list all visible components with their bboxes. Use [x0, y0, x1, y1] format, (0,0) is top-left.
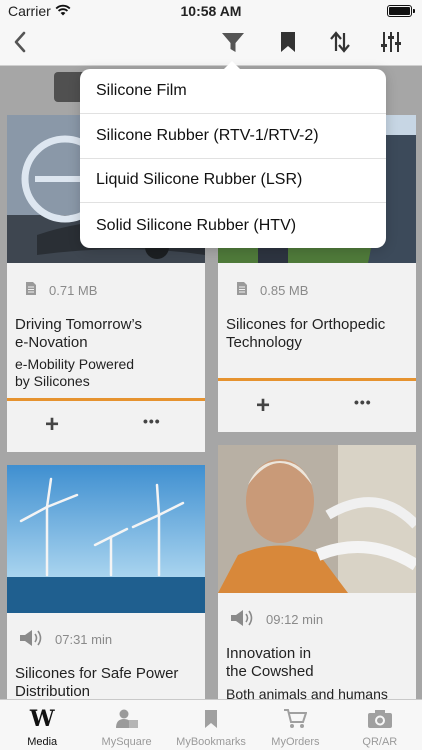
- card-meta: 09:12 min: [230, 609, 323, 630]
- filter-option-silicone-film[interactable]: Silicone Film: [80, 69, 386, 114]
- card-title-line: Innovation in: [226, 645, 312, 662]
- card-title-line: Technology: [226, 334, 302, 351]
- add-button[interactable]: +: [45, 411, 59, 439]
- settings-button[interactable]: [375, 28, 407, 60]
- document-icon: [25, 281, 37, 299]
- filter-option-silicone-rubber-rtv[interactable]: Silicone Rubber (RTV-1/RTV-2): [80, 114, 386, 159]
- card-subtitle-line: Both animals and humans: [226, 686, 388, 699]
- camera-icon: [367, 708, 393, 730]
- card-title-line: Silicones for Safe Power: [15, 665, 179, 682]
- cart-icon: [283, 708, 308, 730]
- filter-button[interactable]: [217, 28, 249, 60]
- card-title: Driving Tomorrow’s e-Novation: [15, 316, 201, 352]
- more-button[interactable]: •••: [354, 394, 372, 410]
- tab-label: MySquare: [101, 736, 152, 748]
- card-subtitle-line: e-Mobility Powered: [15, 356, 135, 372]
- card-meta: 07:31 min: [19, 629, 112, 650]
- sort-arrows-icon: [329, 30, 351, 58]
- clock: 10:58 AM: [180, 3, 242, 19]
- bookmark-icon: [204, 708, 218, 730]
- card-title-line: Silicones for Orthopedic: [226, 316, 386, 333]
- add-button[interactable]: +: [256, 392, 270, 420]
- sliders-icon: [380, 31, 402, 58]
- chevron-left-icon: [13, 31, 27, 58]
- tab-label: MyOrders: [271, 736, 320, 748]
- tab-mybookmarks[interactable]: MyBookmarks: [169, 700, 253, 750]
- bookmark-button[interactable]: [272, 28, 304, 60]
- tab-label: MyBookmarks: [176, 736, 246, 748]
- navigation-bar: [0, 22, 422, 66]
- person-card-icon: [115, 708, 139, 730]
- battery-icon: [387, 5, 415, 17]
- duration: 09:12 min: [266, 612, 324, 627]
- card-title-line: Distribution: [15, 683, 91, 699]
- duration: 07:31 min: [55, 632, 113, 647]
- tab-label: Media: [27, 736, 58, 748]
- accent-divider: [218, 378, 416, 381]
- accent-divider: [7, 398, 205, 401]
- filter-option-solid-silicone-rubber[interactable]: Solid Silicone Rubber (HTV): [80, 203, 386, 248]
- app-screen: Carrier 10:58 AM 0.71 MB Driving Tomorro…: [0, 0, 422, 750]
- card-image-farmer: [218, 445, 416, 593]
- wacker-logo-icon: W: [29, 706, 55, 732]
- more-button[interactable]: •••: [143, 413, 161, 429]
- file-size: 0.85 MB: [260, 282, 309, 298]
- tab-mysquare[interactable]: MySquare: [84, 700, 168, 750]
- tab-media[interactable]: W Media: [0, 700, 84, 750]
- card-title: Innovation in the Cowshed: [226, 645, 412, 681]
- card-subtitle: e-Mobility Powered by Silicones: [15, 356, 201, 390]
- card-meta: 0.71 MB: [25, 281, 97, 299]
- tab-label: QR/AR: [362, 736, 398, 748]
- card-meta: 0.85 MB: [236, 281, 308, 299]
- media-card-cowshed[interactable]: 09:12 min Innovation in the Cowshed Both…: [218, 445, 416, 699]
- filter-icon: [221, 30, 245, 59]
- sort-button[interactable]: [324, 28, 356, 60]
- status-bar: Carrier 10:58 AM: [0, 0, 422, 22]
- document-icon: [236, 281, 248, 299]
- card-title-line: the Cowshed: [226, 663, 314, 680]
- audio-icon: [19, 629, 43, 650]
- media-card-power-distribution[interactable]: 07:31 min Silicones for Safe Power Distr…: [7, 465, 205, 699]
- card-title: Silicones for Safe Power Distribution: [15, 665, 201, 699]
- card-title-line: Driving Tomorrow’s: [15, 316, 142, 333]
- audio-icon: [230, 609, 254, 630]
- file-size: 0.71 MB: [49, 282, 98, 298]
- card-subtitle-line: by Silicones: [15, 373, 90, 389]
- filter-option-liquid-silicone-rubber[interactable]: Liquid Silicone Rubber (LSR): [80, 159, 386, 204]
- card-title-line: e-Novation: [15, 334, 88, 351]
- tab-myorders[interactable]: MyOrders: [253, 700, 337, 750]
- bookmark-icon: [280, 31, 296, 58]
- filter-dropdown-menu: Silicone Film Silicone Rubber (RTV-1/RTV…: [80, 61, 386, 248]
- card-image-wind-turbines: [7, 465, 205, 613]
- back-button[interactable]: [4, 28, 36, 60]
- card-title: Silicones for Orthopedic Technology: [226, 316, 412, 352]
- tab-qr-ar[interactable]: QR/AR: [338, 700, 422, 750]
- tab-bar: W Media MySquare MyBookmarks MyOrders QR…: [0, 699, 422, 750]
- card-subtitle: Both animals and humans: [226, 686, 412, 699]
